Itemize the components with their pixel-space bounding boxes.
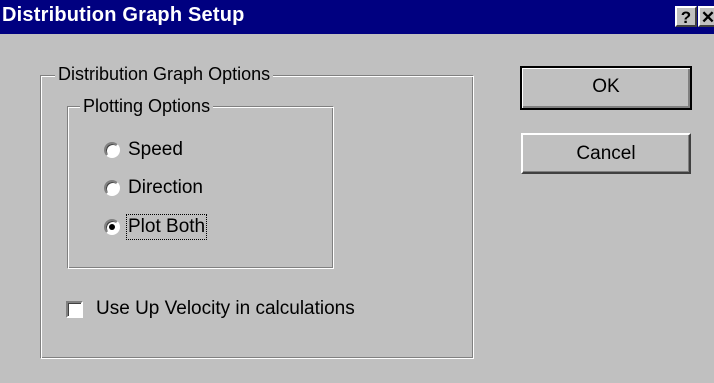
radio-plot-both-button[interactable]: [104, 219, 120, 235]
radio-plot-both-label[interactable]: Plot Both: [125, 214, 208, 240]
plotting-options-label: Plotting Options: [80, 96, 214, 116]
radio-speed-button[interactable]: [104, 142, 120, 158]
use-up-velocity-checkbox[interactable]: [66, 301, 83, 318]
distribution-graph-options-label: Distribution Graph Options: [55, 64, 274, 84]
title-bar[interactable]: Distribution Graph Setup ? ✕: [0, 0, 714, 34]
help-icon: ?: [680, 8, 692, 27]
distribution-graph-setup-dialog: Distribution Graph Setup ? ✕ Distributio…: [0, 0, 714, 383]
window-title: Distribution Graph Setup: [2, 4, 245, 26]
cancel-button[interactable]: Cancel: [521, 133, 691, 174]
close-icon: ✕: [700, 8, 714, 27]
radio-speed-label[interactable]: Speed: [128, 139, 183, 161]
help-button[interactable]: ?: [675, 6, 697, 27]
ok-button[interactable]: OK: [520, 66, 692, 110]
radio-direction-button[interactable]: [104, 180, 120, 196]
use-up-velocity-label[interactable]: Use Up Velocity in calculations: [96, 298, 355, 320]
radio-direction-label[interactable]: Direction: [128, 177, 203, 199]
close-button[interactable]: ✕: [698, 6, 714, 27]
